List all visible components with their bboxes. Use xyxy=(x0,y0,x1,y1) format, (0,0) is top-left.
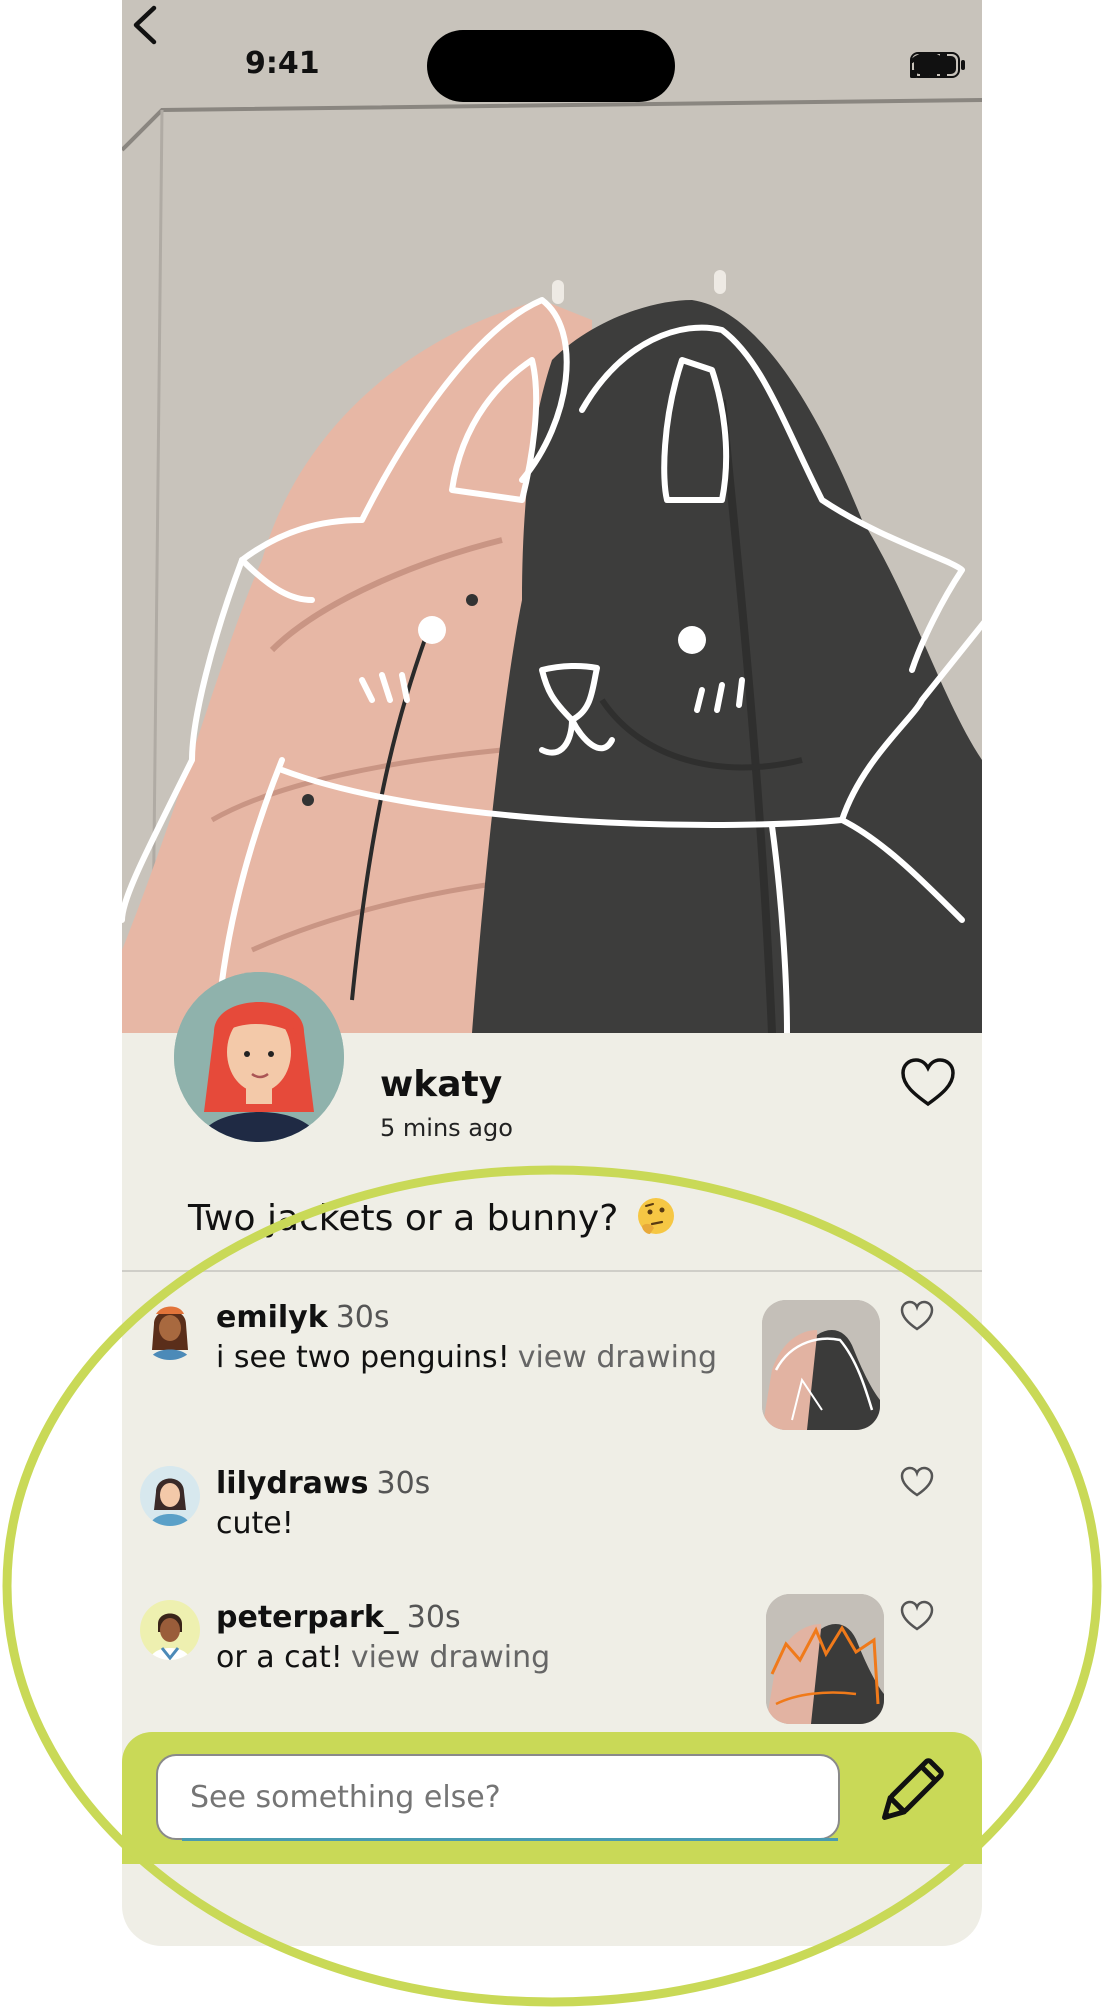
view-drawing-link[interactable]: view drawing xyxy=(518,1340,717,1375)
comment-time: 30s xyxy=(406,1600,461,1635)
heart-icon[interactable] xyxy=(900,1058,956,1108)
heart-icon[interactable] xyxy=(900,1300,934,1332)
commenter-avatar-illustration xyxy=(140,1600,200,1660)
commenter-avatar[interactable] xyxy=(140,1300,200,1360)
status-time: 9:41 xyxy=(245,46,320,81)
comment-text: i see two penguins! view drawing xyxy=(216,1340,717,1375)
comment-time: 30s xyxy=(376,1466,431,1501)
photo-drawing xyxy=(122,0,982,1033)
comment-text: or a cat! view drawing xyxy=(216,1640,550,1675)
author-avatar-illustration xyxy=(174,972,344,1142)
drawing-thumbnail[interactable] xyxy=(762,1300,880,1430)
post-username[interactable]: wkaty xyxy=(380,1064,502,1105)
drawing-thumbnail-image xyxy=(766,1594,884,1724)
comment-body: cute! xyxy=(216,1506,294,1541)
thinking-emoji-icon xyxy=(637,1198,674,1234)
commenter-avatar-illustration xyxy=(140,1466,200,1526)
battery-icon xyxy=(910,52,965,78)
post-time: 5 mins ago xyxy=(380,1114,513,1142)
comment-username[interactable]: lilydraws 30s xyxy=(216,1466,430,1501)
comment-input-bar xyxy=(122,1732,982,1864)
commenter-avatar-illustration xyxy=(140,1300,200,1360)
caption-text: Two jackets or a bunny? xyxy=(188,1198,619,1239)
comment-body: i see two penguins! xyxy=(216,1340,510,1375)
post-photo[interactable]: 9:41 xyxy=(122,0,982,1033)
post-caption: Two jackets or a bunny? xyxy=(188,1196,676,1239)
comment-item: peterpark_ 30s or a cat! view drawing xyxy=(122,1594,982,1730)
divider xyxy=(122,1270,982,1272)
phone-screen: 9:41 wkaty 5 mins ago Two jackets or a b… xyxy=(122,0,982,1946)
comment-username[interactable]: emilyk 30s xyxy=(216,1300,390,1335)
back-icon[interactable] xyxy=(122,0,172,50)
pencil-icon[interactable] xyxy=(874,1752,946,1832)
input-underline xyxy=(182,1838,838,1841)
drawing-thumbnail-image xyxy=(762,1300,880,1430)
comment-body: or a cat! xyxy=(216,1640,343,1675)
author-avatar[interactable] xyxy=(174,972,344,1142)
comment-text: cute! xyxy=(216,1506,294,1541)
heart-icon[interactable] xyxy=(900,1600,934,1632)
comment-username[interactable]: peterpark_ 30s xyxy=(216,1600,461,1635)
comment-input[interactable] xyxy=(156,1754,840,1840)
comment-time: 30s xyxy=(335,1300,390,1335)
comment-item: emilyk 30s i see two penguins! view drawin… xyxy=(122,1300,982,1440)
heart-icon[interactable] xyxy=(900,1466,934,1498)
commenter-avatar[interactable] xyxy=(140,1600,200,1660)
comment-username-text[interactable]: lilydraws xyxy=(216,1466,369,1501)
comment-item: lilydraws 30s cute! xyxy=(122,1466,982,1566)
comment-username-text[interactable]: emilyk xyxy=(216,1300,328,1335)
drawing-thumbnail[interactable] xyxy=(766,1594,884,1724)
view-drawing-link[interactable]: view drawing xyxy=(351,1640,550,1675)
comment-username-text[interactable]: peterpark_ xyxy=(216,1600,399,1635)
dynamic-island xyxy=(427,30,675,102)
commenter-avatar[interactable] xyxy=(140,1466,200,1526)
